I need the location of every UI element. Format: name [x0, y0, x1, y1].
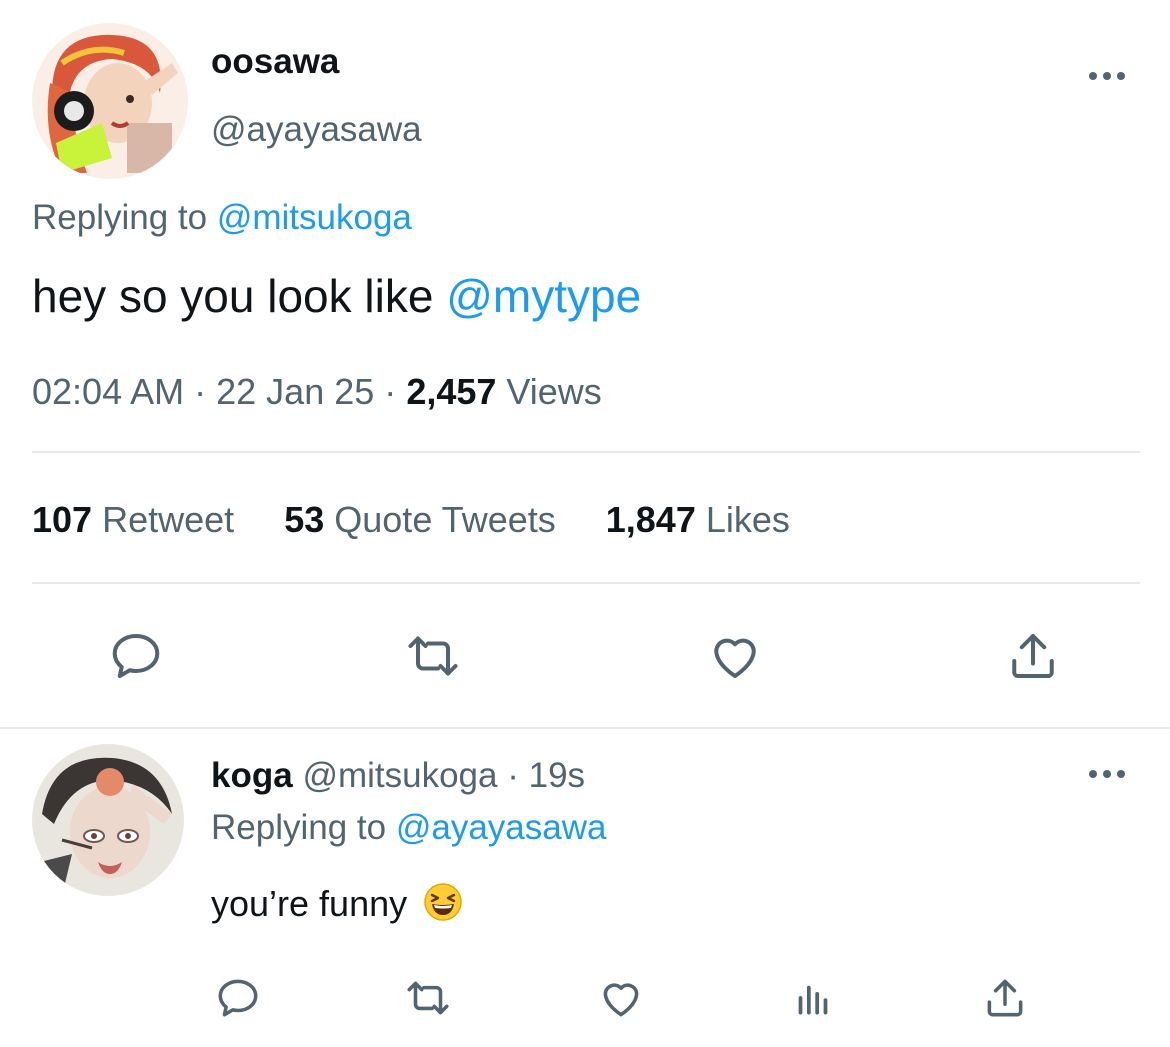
reply-separator: · [507, 756, 519, 795]
views-count: 2,457 [406, 371, 497, 412]
engagement-stats: 107 Retweet 53 Quote Tweets 1,847 Likes [32, 498, 790, 542]
mention-link[interactable]: @mytype [446, 270, 641, 322]
quote-tweets-stat[interactable]: 53 Quote Tweets [284, 499, 556, 540]
analytics-icon [798, 985, 828, 1015]
retweet-icon [407, 981, 449, 1015]
avatar-oosawa[interactable] [32, 23, 188, 179]
divider [0, 727, 1170, 729]
replying-handle-link[interactable]: @mitsukoga [217, 198, 412, 237]
retweet-button[interactable] [403, 626, 463, 686]
share-button[interactable] [1003, 626, 1063, 686]
more-dot-icon [1089, 72, 1097, 80]
reply-icon [218, 979, 258, 1017]
reply-share-button[interactable] [980, 973, 1030, 1023]
divider [32, 451, 1140, 453]
reply-button[interactable] [106, 626, 166, 686]
reply-handle[interactable]: @mitsukoga [302, 756, 497, 795]
laughing-emoji-icon [423, 882, 463, 932]
reply-header: koga @mitsukoga · 19s [211, 754, 585, 798]
reply-display-name[interactable]: koga [211, 756, 293, 795]
more-dot-icon [1103, 72, 1111, 80]
retweets-stat[interactable]: 107 Retweet [32, 499, 234, 540]
more-dot-icon [1089, 770, 1097, 778]
divider [32, 582, 1140, 584]
more-options-button[interactable] [1089, 72, 1125, 80]
retweets-label: Retweet [102, 499, 235, 540]
views-label: Views [506, 371, 602, 412]
reply-more-options-button[interactable] [1089, 770, 1125, 778]
share-icon [1012, 634, 1054, 678]
reply-body: you’re funny [211, 883, 408, 924]
retweet-icon [408, 636, 458, 676]
reply-text: you’re funny [211, 882, 463, 932]
retweets-count: 107 [32, 499, 93, 540]
like-icon [714, 638, 756, 678]
meta-separator: · [194, 371, 207, 412]
quotes-count: 53 [284, 499, 325, 540]
share-icon [987, 979, 1023, 1017]
reply-reply-button[interactable] [213, 973, 263, 1023]
avatar-koga[interactable] [32, 744, 184, 896]
replying-prefix: Replying to [32, 198, 208, 237]
reply-retweet-button[interactable] [403, 973, 453, 1023]
like-icon [603, 983, 639, 1017]
tweet-text: hey so you look like @mytype [32, 268, 641, 324]
like-button[interactable] [705, 626, 765, 686]
meta-separator: · [384, 371, 397, 412]
more-dot-icon [1103, 770, 1111, 778]
more-dot-icon [1117, 770, 1125, 778]
tweet-meta: 02:04 AM · 22 Jan 25 · 2,457 Views [32, 370, 602, 414]
replying-prefix: Replying to [211, 808, 387, 847]
likes-label: Likes [705, 499, 790, 540]
reply-replying-to: Replying to @ayayasawa [211, 806, 606, 850]
more-dot-icon [1117, 72, 1125, 80]
handle[interactable]: @ayayasawa [211, 108, 422, 152]
display-name[interactable]: oosawa [211, 40, 339, 84]
quotes-label: Quote Tweets [334, 499, 556, 540]
date[interactable]: 22 Jan 25 [216, 371, 374, 412]
timestamp[interactable]: 02:04 AM [32, 371, 184, 412]
tweet-body: hey so you look like [32, 270, 434, 322]
replying-handle-link[interactable]: @ayayasawa [396, 808, 607, 847]
replying-to: Replying to @mitsukoga [32, 196, 412, 240]
reply-time[interactable]: 19s [529, 756, 585, 795]
likes-count: 1,847 [605, 499, 696, 540]
reply-icon [112, 634, 160, 678]
reply-analytics-button[interactable] [788, 973, 838, 1023]
likes-stat[interactable]: 1,847 Likes [606, 499, 790, 540]
reply-like-button[interactable] [596, 973, 646, 1023]
